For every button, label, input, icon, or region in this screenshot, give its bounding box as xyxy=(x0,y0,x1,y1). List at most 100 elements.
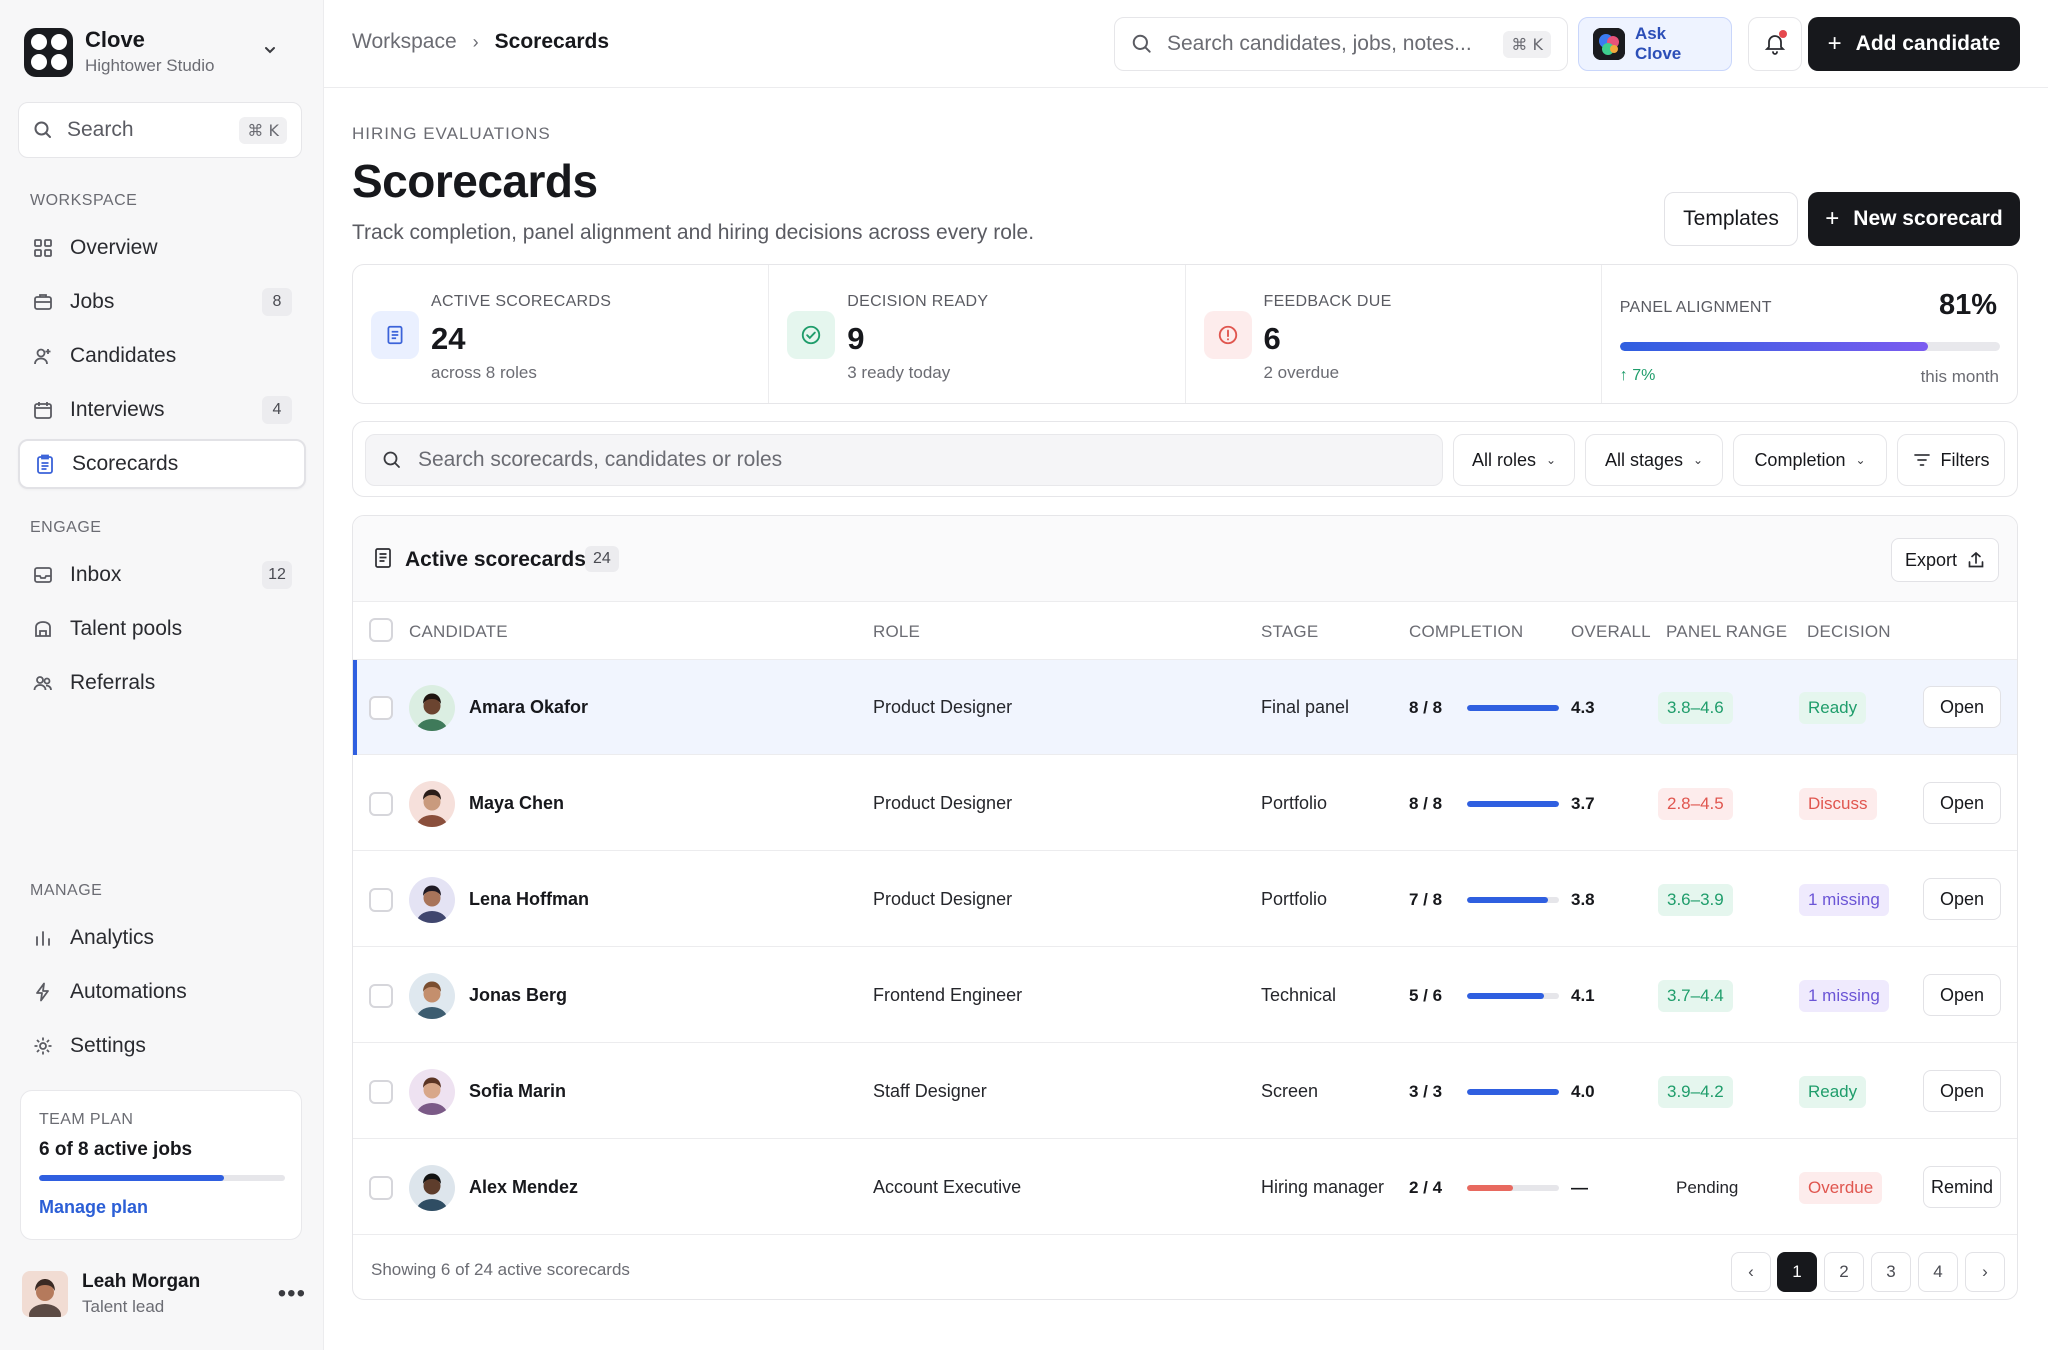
decision-cell: 1 missing xyxy=(1799,852,1889,947)
decision-cell: Ready xyxy=(1799,660,1867,755)
clove-logo xyxy=(24,27,73,77)
add-candidate-label: Add candidate xyxy=(1855,32,2001,55)
page-1-button[interactable]: 1 xyxy=(1777,1252,1817,1292)
table-row[interactable]: Lena Hoffman Product Designer Portfolio 7 /… xyxy=(353,852,2017,947)
candidate-cell[interactable]: Maya Chen xyxy=(409,756,564,851)
decision-cell: Discuss xyxy=(1799,756,1877,851)
candidate-name: Jonas Berg xyxy=(469,985,568,1005)
select-all-checkbox[interactable] xyxy=(369,618,393,642)
global-search-input[interactable]: Search candidates, jobs, notes... ⌘ K xyxy=(1114,17,1568,71)
sidebar-item-jobs[interactable]: Jobs 8 xyxy=(18,277,306,327)
stages-dropdown[interactable]: All stages ⌄ xyxy=(1585,434,1723,486)
briefcase-icon xyxy=(32,291,54,313)
row-checkbox[interactable] xyxy=(369,948,393,1043)
notifications-button[interactable] xyxy=(1748,17,1802,71)
sidebar-item-overview[interactable]: Overview xyxy=(18,223,306,273)
table-column-headers: CANDIDATE ROLE STAGE COMPLETION OVERALL … xyxy=(353,602,2017,660)
row-action-button[interactable]: Open xyxy=(1923,974,2001,1016)
add-candidate-button[interactable]: + Add candidate xyxy=(1808,17,2020,71)
candidate-cell[interactable]: Lena Hoffman xyxy=(409,852,589,947)
templates-button[interactable]: Templates xyxy=(1664,192,1798,246)
roles-dropdown[interactable]: All roles ⌄ xyxy=(1453,434,1575,486)
sidebar-item-analytics[interactable]: Analytics xyxy=(18,913,306,963)
row-checkbox[interactable] xyxy=(369,756,393,851)
column-role[interactable]: ROLE xyxy=(873,622,920,642)
scorecard-search-input[interactable]: Search scorecards, candidates or roles xyxy=(365,434,1443,486)
page-2-button[interactable]: 2 xyxy=(1824,1252,1864,1292)
bar-chart-icon xyxy=(32,927,54,949)
alert-circle-icon xyxy=(1203,311,1252,359)
sidebar-item-inbox[interactable]: Inbox 12 xyxy=(18,550,306,600)
completion-dropdown[interactable]: Completion ⌄ xyxy=(1733,434,1887,486)
sidebar-item-candidates[interactable]: Candidates xyxy=(18,331,306,381)
sidebar-item-interviews[interactable]: Interviews 4 xyxy=(18,385,306,435)
row-action-button[interactable]: Open xyxy=(1923,686,2001,728)
column-decision[interactable]: DECISION xyxy=(1807,622,1891,642)
workspace-name: Hightower Studio xyxy=(85,56,215,75)
row-action-button[interactable]: Open xyxy=(1923,782,2001,824)
candidate-cell[interactable]: Alex Mendez xyxy=(409,1140,578,1235)
row-action-button[interactable]: Open xyxy=(1923,1070,2001,1112)
filters-button-label: Filters xyxy=(1940,449,1990,470)
table-header-bar: Active scorecards 24 Export xyxy=(353,516,2017,602)
row-checkbox[interactable] xyxy=(369,852,393,947)
ask-clove-button[interactable]: Ask Clove xyxy=(1578,17,1732,71)
decision-badge: 1 missing xyxy=(1799,979,1889,1012)
table-row[interactable]: Amara Okafor Product Designer Final panel 8… xyxy=(353,660,2017,755)
breadcrumb-workspace[interactable]: Workspace xyxy=(352,30,457,54)
table-row[interactable]: Maya Chen Product Designer Portfolio 8 / 8 3… xyxy=(353,756,2017,851)
column-candidate[interactable]: CANDIDATE xyxy=(409,622,508,642)
candidate-cell[interactable]: Amara Okafor xyxy=(409,660,588,755)
row-checkbox[interactable] xyxy=(369,660,393,755)
completion-cell: 8 / 8 xyxy=(1409,660,1559,755)
row-action-button[interactable]: Open xyxy=(1923,878,2001,920)
candidate-cell[interactable]: Jonas Berg xyxy=(409,948,567,1043)
candidate-cell[interactable]: Sofia Marin xyxy=(409,1044,566,1139)
team-plan-card: TEAM PLAN 6 of 8 active jobs Manage plan xyxy=(20,1090,302,1240)
filters-button[interactable]: Filters xyxy=(1897,434,2005,486)
completion-cell: 8 / 8 xyxy=(1409,756,1559,851)
search-icon xyxy=(34,121,51,138)
new-scorecard-button[interactable]: + New scorecard xyxy=(1808,192,2020,246)
table-row[interactable]: Alex Mendez Account Executive Hiring manag… xyxy=(353,1140,2017,1235)
stat-value: 6 xyxy=(1263,321,1281,356)
next-page-button[interactable]: › xyxy=(1965,1252,2005,1292)
decision-cell: Overdue xyxy=(1799,1140,1883,1235)
row-checkbox[interactable] xyxy=(369,1140,393,1235)
row-action-button[interactable]: Remind xyxy=(1923,1166,2001,1208)
breadcrumb-current: Scorecards xyxy=(494,30,610,53)
avatar xyxy=(409,1164,455,1211)
more-options-icon[interactable]: ••• xyxy=(278,1280,306,1308)
selected-row-indicator xyxy=(353,660,357,755)
table-row[interactable]: Sofia Marin Staff Designer Screen 3 / 3 4.0 3… xyxy=(353,1044,2017,1139)
sidebar-item-scorecards[interactable]: Scorecards xyxy=(18,439,306,489)
user-profile[interactable]: Leah Morgan Talent lead ••• xyxy=(22,1264,306,1324)
sidebar-item-label: Jobs xyxy=(70,290,115,313)
sidebar-item-settings[interactable]: Settings xyxy=(18,1021,306,1071)
manage-plan-link[interactable]: Manage plan xyxy=(39,1197,283,1218)
completion-progress-bar xyxy=(1467,1184,1559,1191)
column-stage[interactable]: STAGE xyxy=(1261,622,1318,642)
sidebar-search[interactable]: Search ⌘ K xyxy=(18,102,302,158)
row-checkbox[interactable] xyxy=(369,1044,393,1139)
workspace-switcher[interactable]: Clove Hightower Studio xyxy=(24,26,304,78)
page-3-button[interactable]: 3 xyxy=(1871,1252,1911,1292)
stat-decision-ready: DECISION READY 9 3 ready today xyxy=(769,265,1186,403)
scorecard-search-placeholder: Search scorecards, candidates or roles xyxy=(418,448,783,471)
role-cell: Product Designer xyxy=(873,793,1013,813)
column-overall[interactable]: OVERALL xyxy=(1571,622,1651,642)
sidebar-item-referrals[interactable]: Referrals xyxy=(18,658,306,708)
page-subtitle: Track completion, panel alignment and hi… xyxy=(352,221,1035,244)
table-row[interactable]: Jonas Berg Frontend Engineer Technical 5 / … xyxy=(353,948,2017,1043)
prev-page-button[interactable]: ‹ xyxy=(1731,1252,1771,1292)
stat-feedback-due: FEEDBACK DUE 6 2 overdue xyxy=(1186,265,1602,403)
completion-cell: 3 / 3 xyxy=(1409,1044,1559,1139)
user-plus-icon xyxy=(32,345,54,367)
sidebar-item-automations[interactable]: Automations xyxy=(18,967,306,1017)
export-button[interactable]: Export xyxy=(1891,538,1999,582)
completion-progress-fill xyxy=(1467,992,1544,999)
page-4-button[interactable]: 4 xyxy=(1918,1252,1958,1292)
sidebar-item-talent-pools[interactable]: Talent pools xyxy=(18,604,306,654)
column-completion[interactable]: COMPLETION xyxy=(1409,622,1523,642)
column-panel-range[interactable]: PANEL RANGE xyxy=(1666,622,1787,642)
